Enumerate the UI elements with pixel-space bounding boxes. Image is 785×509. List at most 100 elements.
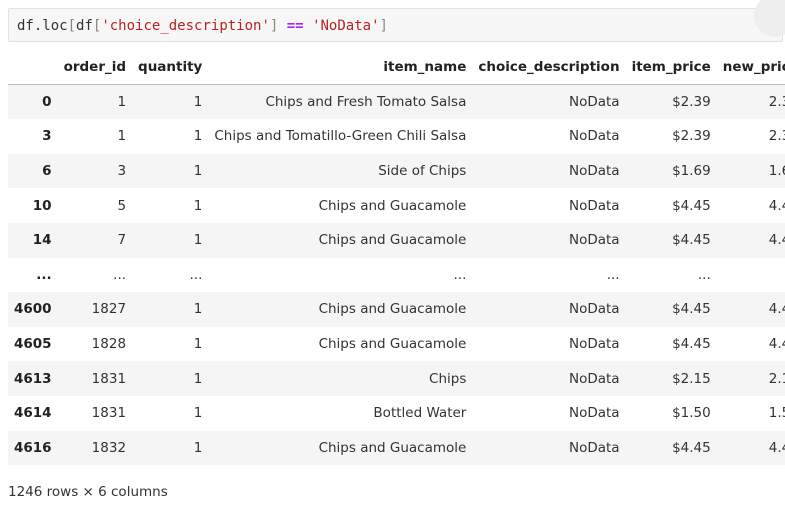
table-cell: NoData	[568, 370, 620, 387]
column-header: choice_description	[472, 50, 626, 86]
dataframe-table: order_id quantity item_name choice_descript…	[8, 50, 785, 466]
table-cell: 1	[193, 301, 203, 318]
table-cell: 1	[193, 232, 203, 249]
table-row: 4600 1827 1 Chips and Guacamole NoData $4.45 4…	[8, 292, 785, 327]
table-cell: 1.69	[768, 163, 785, 180]
table-cell: ...	[453, 266, 467, 283]
table-row: 3 1 1 Chips and Tomatillo-Green Chili Salsa…	[8, 119, 785, 154]
table-cell: NoData	[568, 439, 620, 456]
table-cell: 1	[117, 128, 127, 145]
code-token: df.loc	[17, 18, 68, 34]
corner-button-shadow	[754, 0, 785, 37]
table-cell: 1	[193, 336, 203, 353]
row-index: 4605	[14, 336, 52, 353]
table-row: 4605 1828 1 Chips and Guacamole NoData $4.45 4…	[8, 326, 785, 362]
table-cell: 1.50	[768, 405, 785, 422]
table-header-row: order_id quantity item_name choice_descript…	[8, 50, 785, 86]
table-cell: ...	[606, 266, 620, 283]
column-header: order_id	[57, 50, 133, 86]
table-cell: $4.45	[672, 301, 711, 318]
table-cell: NoData	[568, 94, 620, 111]
row-index: 10	[32, 197, 52, 214]
row-index: 3	[42, 128, 52, 145]
table-cell: Chips and Guacamole	[318, 336, 467, 353]
table-cell: Bottled Water	[373, 405, 467, 422]
column-header: item_price	[625, 50, 717, 86]
table-cell: Chips and Guacamole	[318, 439, 467, 456]
table-cell: $1.50	[672, 405, 711, 422]
table-cell: NoData	[568, 128, 620, 145]
row-index: 4613	[14, 370, 52, 387]
row-index: 6	[42, 163, 52, 180]
row-index: 0	[42, 94, 52, 111]
column-header: quantity	[132, 50, 209, 86]
code-token: ==	[286, 18, 304, 34]
table-row: .....................	[8, 257, 785, 293]
table-cell: NoData	[568, 197, 620, 214]
table-cell: 5	[117, 197, 127, 214]
table-cell: $4.45	[672, 336, 711, 353]
table-cell: 1	[193, 128, 203, 145]
table-cell: ...	[189, 266, 203, 283]
table-cell: 7	[117, 232, 127, 249]
table-cell: Chips and Guacamole	[318, 197, 467, 214]
column-header: item_name	[208, 50, 473, 86]
table-cell: 1828	[91, 336, 127, 353]
table-cell: 4.45	[768, 439, 785, 456]
row-index: 4600	[14, 301, 52, 318]
table-body: 0 1 1 Chips and Fresh Tomato Salsa NoData $2.…	[8, 84, 785, 466]
table-cell: 1	[117, 94, 127, 111]
table-row: 14 7 1 Chips and Guacamole NoData $4.45 4.45	[8, 222, 785, 258]
table-cell: Chips and Tomatillo-Green Chili Salsa	[214, 128, 467, 145]
table-row: 4616 1832 1 Chips and Guacamole NoData $4.45 4…	[8, 430, 785, 466]
table-cell: 1832	[91, 439, 127, 456]
table-row: 4614 1831 1 Bottled Water NoData $1.50 1.50	[8, 395, 785, 431]
table-row: 4613 1831 1 Chips NoData $2.15 2.15	[8, 361, 785, 396]
table-row: 0 1 1 Chips and Fresh Tomato Salsa NoData $2.…	[8, 84, 785, 120]
code-input-cell[interactable]: df.loc[df['choice_description'] == 'NoDa…	[8, 0, 785, 42]
row-index: 4614	[14, 405, 52, 422]
index-header	[8, 50, 58, 86]
table-cell: 4.45	[768, 301, 785, 318]
code-token: [	[67, 18, 77, 34]
code-token: df	[76, 18, 93, 34]
table-cell: 1831	[91, 405, 127, 422]
table-cell: $4.45	[672, 232, 711, 249]
table-cell: 2.39	[768, 128, 785, 145]
table-cell: ...	[697, 266, 711, 283]
table-cell: 1	[193, 94, 203, 111]
table-cell: $2.39	[672, 94, 711, 111]
table-cell: ...	[717, 258, 785, 293]
table-cell: $1.69	[672, 163, 711, 180]
table-cell: 3	[117, 163, 127, 180]
table-cell: $4.45	[672, 439, 711, 456]
table-cell: 1	[193, 370, 203, 387]
table-cell: NoData	[568, 301, 620, 318]
code-token: ]	[379, 18, 388, 34]
table-cell: 1	[193, 405, 203, 422]
table-cell: 1827	[91, 301, 127, 318]
table-cell: Chips	[429, 370, 467, 387]
table-cell: NoData	[568, 336, 620, 353]
code-text[interactable]: df.loc[df['choice_description'] == 'NoDa…	[17, 17, 388, 35]
table-cell: NoData	[568, 163, 620, 180]
table-cell: ...	[113, 266, 127, 283]
table-cell: $2.15	[672, 370, 711, 387]
table-cell: 2.39	[768, 94, 785, 111]
row-index: ...	[36, 266, 52, 283]
table-cell: 4.45	[768, 232, 785, 249]
table-cell: Chips and Guacamole	[318, 301, 467, 318]
table-cell: Chips and Guacamole	[318, 232, 467, 249]
dataframe-shape-text: 1246 rows × 6 columns	[8, 484, 168, 500]
code-token: 'NoData'	[312, 18, 380, 34]
column-header: new_price	[716, 50, 785, 86]
table-cell: 4.45	[768, 197, 785, 214]
table-cell: $4.45	[672, 197, 711, 214]
code-token: 'choice_description'	[101, 18, 270, 34]
table-cell: Chips and Fresh Tomato Salsa	[265, 94, 467, 111]
table-row: 10 5 1 Chips and Guacamole NoData $4.45 4.45	[8, 188, 785, 223]
table-cell: 1	[193, 439, 203, 456]
row-index: 4616	[14, 439, 52, 456]
